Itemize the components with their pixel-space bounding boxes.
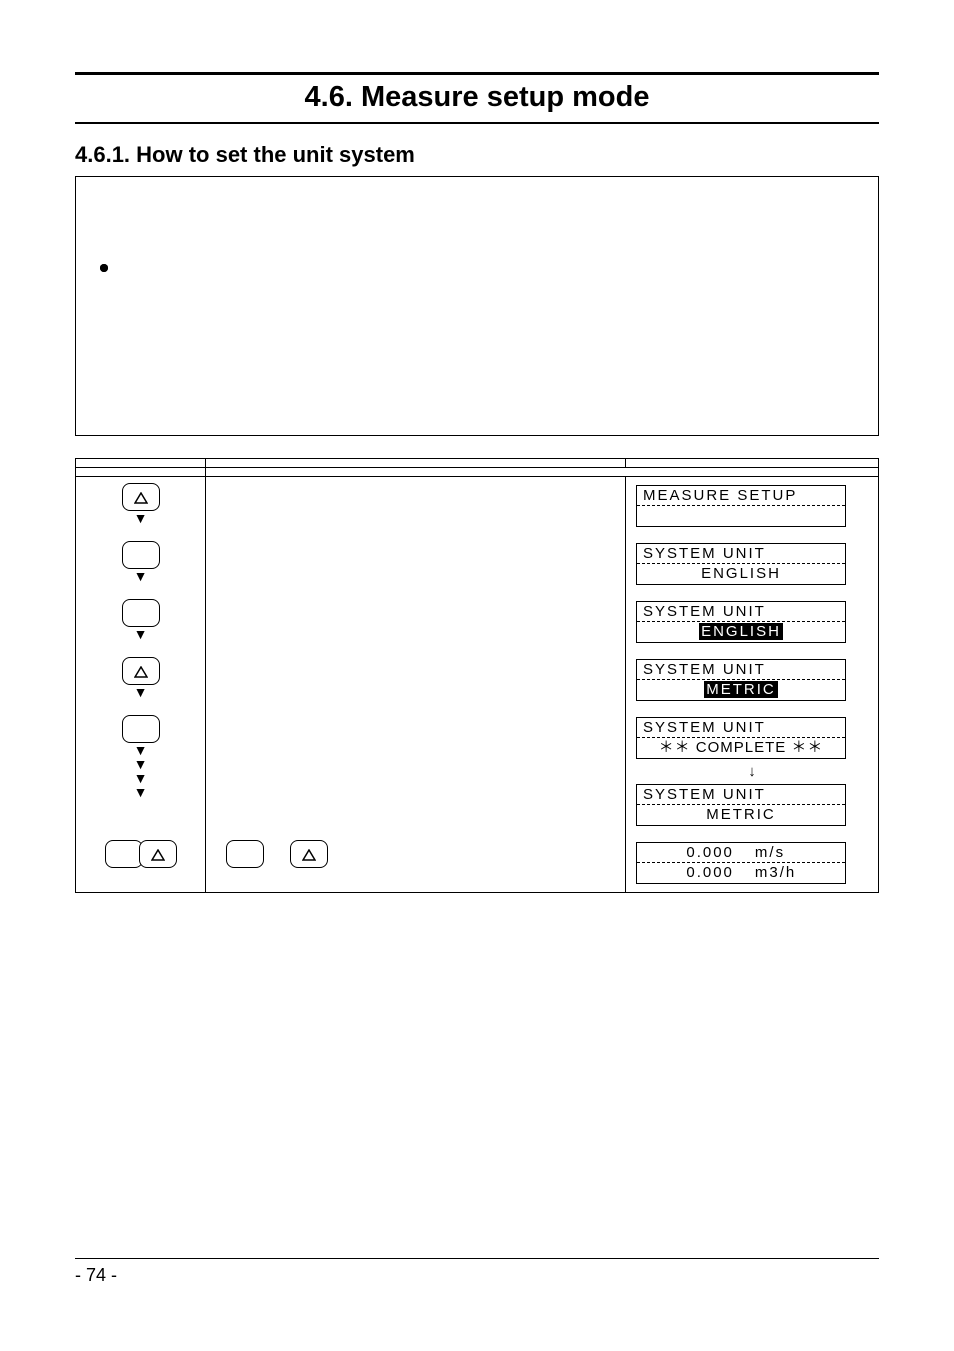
lcd-line: SYSTEM UNIT bbox=[637, 544, 845, 564]
lcd-display: SYSTEM UNIT ENGLISH bbox=[636, 543, 846, 585]
enter-key-button[interactable] bbox=[105, 840, 143, 868]
lcd-inverted-text: ENGLISH bbox=[699, 623, 783, 640]
lcd-unit: m3/h bbox=[745, 863, 839, 883]
flow-arrow-icon: ▼ bbox=[134, 627, 148, 641]
op-cell bbox=[206, 709, 626, 834]
table-subheader-row bbox=[76, 468, 879, 477]
lcd-display: MEASURE SETUP bbox=[636, 485, 846, 527]
table-row: ▼ SYSTEM UNIT ENGLISH bbox=[76, 593, 879, 651]
lcd-value: 0.000 bbox=[643, 863, 745, 883]
col-ind-header bbox=[626, 459, 879, 468]
lcd-line: METRIC bbox=[637, 680, 845, 700]
flow-arrow-icon: ▼ bbox=[134, 771, 148, 785]
lcd-line: SYSTEM UNIT bbox=[637, 602, 845, 622]
up-key-button[interactable] bbox=[139, 840, 177, 868]
lcd-unit: m/s bbox=[745, 843, 839, 862]
table-row: 0.000 m/s 0.000 m3/h bbox=[76, 834, 879, 893]
enter-key-button[interactable] bbox=[122, 599, 160, 627]
col-op-header bbox=[206, 459, 626, 468]
enter-key-button[interactable] bbox=[226, 840, 264, 868]
op-cell bbox=[206, 834, 626, 893]
lcd-line: MEASURE SETUP bbox=[637, 486, 845, 506]
table-row: ▼ SYSTEM UNIT ENGLISH bbox=[76, 535, 879, 593]
chapter-title: 4.6. Measure setup mode bbox=[75, 72, 879, 124]
up-key-button[interactable] bbox=[122, 657, 160, 685]
lcd-line: METRIC bbox=[637, 805, 845, 825]
up-key-button[interactable] bbox=[122, 483, 160, 511]
enter-key-button[interactable] bbox=[122, 715, 160, 743]
flow-arrow-icon: ▼ bbox=[134, 757, 148, 771]
col-key-subheader bbox=[76, 468, 206, 477]
lcd-display: 0.000 m/s 0.000 m3/h bbox=[636, 842, 846, 884]
table-row: ▼ MEASURE SETUP bbox=[76, 477, 879, 536]
op-cell bbox=[206, 535, 626, 593]
enter-key-button[interactable] bbox=[122, 541, 160, 569]
lcd-line: ENGLISH bbox=[637, 622, 845, 642]
table-header-row bbox=[76, 459, 879, 468]
down-arrow-icon: ↓ bbox=[636, 761, 868, 782]
table-row: ▼ ▼ ▼ ▼ SYSTEM UNIT ＊＊ COMPLETE ＊＊ ↓ SYS… bbox=[76, 709, 879, 834]
lcd-line: 0.000 m3/h bbox=[637, 863, 845, 883]
procedure-table: ▼ MEASURE SETUP ▼ SY bbox=[75, 458, 879, 893]
lcd-inverted-text: METRIC bbox=[704, 681, 778, 698]
lcd-line: SYSTEM UNIT bbox=[637, 660, 845, 680]
op-cell bbox=[206, 593, 626, 651]
lcd-display: SYSTEM UNIT METRIC bbox=[636, 659, 846, 701]
lcd-line bbox=[637, 506, 845, 526]
description-box bbox=[75, 176, 879, 436]
lcd-display: SYSTEM UNIT ENGLISH bbox=[636, 601, 846, 643]
page-number: - 74 - bbox=[75, 1258, 879, 1286]
flow-arrow-icon: ▼ bbox=[134, 685, 148, 699]
col-key-header bbox=[76, 459, 206, 468]
lcd-line: SYSTEM UNIT bbox=[637, 718, 845, 738]
flow-arrow-icon: ▼ bbox=[134, 743, 148, 757]
op-cell bbox=[206, 477, 626, 536]
lcd-display: SYSTEM UNIT ＊＊ COMPLETE ＊＊ bbox=[636, 717, 846, 759]
col-op-subheader bbox=[206, 468, 879, 477]
flow-arrow-icon: ▼ bbox=[134, 511, 148, 525]
lcd-line: ENGLISH bbox=[637, 564, 845, 584]
lcd-value: 0.000 bbox=[643, 843, 745, 862]
table-row: ▼ SYSTEM UNIT METRIC bbox=[76, 651, 879, 709]
lcd-line: ＊＊ COMPLETE ＊＊ bbox=[637, 738, 845, 758]
flow-arrow-icon: ▼ bbox=[134, 569, 148, 583]
up-key-button[interactable] bbox=[290, 840, 328, 868]
lcd-line: SYSTEM UNIT bbox=[637, 785, 845, 805]
flow-arrow-icon: ▼ bbox=[134, 785, 148, 799]
section-title: 4.6.1. How to set the unit system bbox=[75, 142, 879, 168]
lcd-display: SYSTEM UNIT METRIC bbox=[636, 784, 846, 826]
op-cell bbox=[206, 651, 626, 709]
lcd-line: 0.000 m/s bbox=[637, 843, 845, 863]
